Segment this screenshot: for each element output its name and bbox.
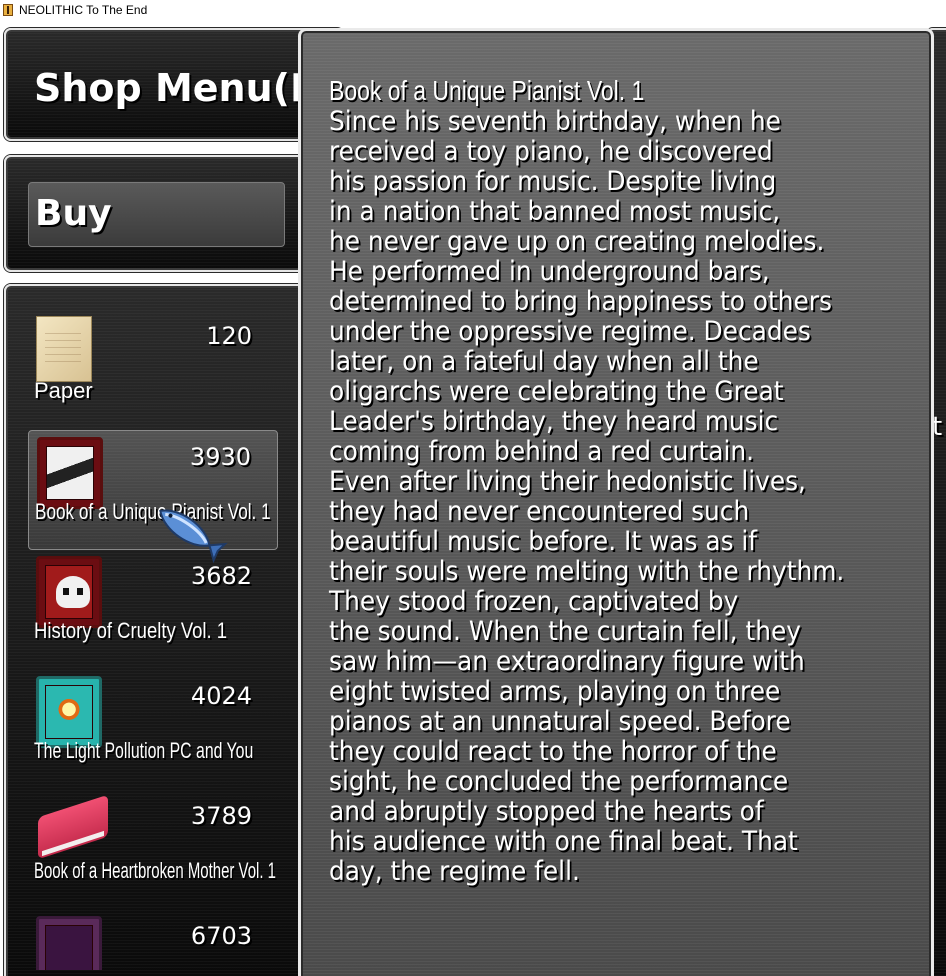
description-line: they had never encountered such	[329, 496, 750, 527]
item-name: The Light Pollution PC and You	[34, 738, 254, 763]
description-line: beautiful music before. It was as if	[329, 526, 758, 557]
pink-book-icon	[38, 794, 108, 860]
description-line: saw him—an extraordinary figure with	[329, 646, 805, 677]
item-name: History of Cruelty Vol. 1	[34, 618, 228, 643]
description-line: determined to bring happiness to others	[329, 286, 832, 317]
description-line: pianos at an unnatural speed. Before	[329, 706, 791, 737]
description-line: coming from behind a red curtain.	[329, 436, 755, 467]
description-body: Since his seventh birthday, when he recei…	[329, 107, 889, 887]
description-line: day, the regime fell.	[329, 856, 580, 887]
shop-title-window: Shop Menu(Pre	[4, 28, 362, 141]
list-item-partial[interactable]: 6703	[28, 910, 278, 970]
item-price: 3789	[190, 802, 252, 830]
description-line: he never gave up on creating melodies.	[329, 226, 825, 257]
description-line: they could react to the horror of the	[329, 736, 777, 767]
item-price: 6703	[190, 922, 252, 950]
description-line: Leader's birthday, they heard music	[329, 406, 779, 437]
buy-button[interactable]: Buy	[28, 182, 285, 247]
description-line: under the oppressive regime. Decades	[329, 316, 811, 347]
item-name: Book of a Heartbroken Mother Vol. 1	[34, 858, 276, 883]
item-price: 120	[206, 322, 252, 350]
description-line: received a toy piano, he discovered	[329, 136, 773, 167]
description-line: He performed in underground bars,	[329, 256, 770, 287]
description-line: later, on a fateful day when all the	[329, 346, 759, 377]
item-price: 4024	[190, 682, 252, 710]
description-line: and abruptly stopped the hearts of	[329, 796, 764, 827]
list-item-paper[interactable]: 120 Paper	[28, 310, 278, 430]
description-line: their souls were melting with the rhythm…	[329, 556, 845, 587]
description-line: in a nation that banned most music,	[329, 196, 781, 227]
description-line: sight, he concluded the performance	[329, 766, 789, 797]
description-line: Even after living their hedonistic lives…	[329, 466, 806, 497]
description-line: They stood frozen, captivated by	[329, 586, 739, 617]
description-line: oligarchs were celebrating the Great	[329, 376, 784, 407]
item-name: Paper	[34, 378, 93, 403]
item-price: 3682	[190, 562, 252, 590]
item-price: 3930	[189, 443, 251, 471]
purple-book-icon	[36, 916, 102, 970]
game-canvas: Shop Menu(Pre Buy 120 Paper 3930 Book of…	[0, 20, 946, 976]
description-line: eight twisted arms, playing on three	[329, 676, 781, 707]
description-line: his passion for music. Despite living	[329, 166, 777, 197]
list-item-piano-book[interactable]: 3930 Book of a Unique Pianist Vol. 1	[28, 430, 278, 550]
list-item-cruelty-book[interactable]: 3682 History of Cruelty Vol. 1	[28, 550, 278, 670]
app-icon	[3, 4, 13, 16]
window-title: NEOLITHIC To The End	[19, 3, 148, 17]
list-item-heartbroken-book[interactable]: 3789 Book of a Heartbroken Mother Vol. 1	[28, 790, 278, 910]
window-titlebar: NEOLITHIC To The End	[0, 0, 946, 20]
item-description-window: Book of a Unique Pianist Vol. 1 Since hi…	[298, 28, 934, 976]
description-line: his audience with one final beat. That	[329, 826, 798, 857]
description-line: the sound. When the curtain fell, they	[329, 616, 801, 647]
list-item-light-pollution-book[interactable]: 4024 The Light Pollution PC and You	[28, 670, 278, 790]
description-line: Since his seventh birthday, when he	[329, 106, 781, 137]
paper-icon	[36, 316, 92, 382]
description-title: Book of a Unique Pianist Vol. 1	[329, 75, 645, 106]
